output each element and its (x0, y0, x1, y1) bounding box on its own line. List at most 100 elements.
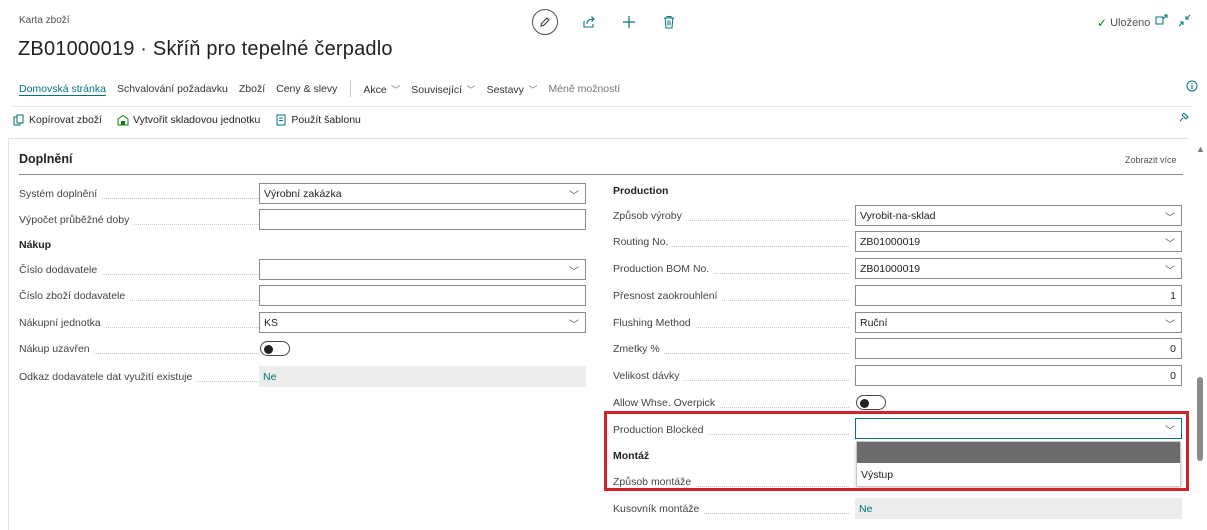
new-button[interactable] (616, 9, 642, 35)
bom-value: ZB01000019 (860, 262, 921, 275)
purch-blocked-toggle[interactable] (260, 341, 290, 356)
copy-item-button[interactable]: Kopírovat zboží (13, 114, 102, 126)
mfg-policy-select[interactable]: Vyrobit-na-sklad ﹀ (855, 205, 1182, 226)
window-controls (1155, 14, 1191, 27)
rounding-input[interactable]: 1 (855, 285, 1182, 306)
flushing-select[interactable]: Ruční ﹀ (855, 312, 1182, 333)
field-row-scrap: Zmetky % (613, 338, 849, 359)
action-toolbar: Kopírovat zboží Vytvořit skladovou jedno… (12, 106, 1192, 130)
purchase-heading: Nákup (19, 239, 52, 251)
info-icon[interactable] (1186, 80, 1198, 92)
scrap-input[interactable]: 0 (855, 338, 1182, 359)
field-row-flushing: Flushing Method (613, 312, 849, 333)
plus-icon (623, 16, 635, 28)
section-title[interactable]: Doplnění (19, 152, 72, 166)
chevron-down-icon: ﹀ (464, 84, 476, 95)
bom-label: Production BOM No. (613, 262, 849, 275)
pencil-icon (540, 17, 550, 27)
vendor-data-label: Odkaz dodavatele dat využití existuje (19, 370, 259, 383)
warehouse-icon (117, 114, 129, 125)
chevron-down-icon: ﹀ (569, 267, 579, 278)
lot-size-value: 0 (1170, 369, 1176, 382)
scrap-label: Zmetky % (613, 342, 849, 355)
open-new-window-icon[interactable] (1155, 14, 1168, 27)
tab-actions[interactable]: Akce ﹀ (363, 83, 400, 96)
chevron-down-icon: ﹀ (388, 84, 401, 95)
bom-select[interactable]: ZB01000019 ﹀ (855, 258, 1182, 279)
show-more-link[interactable]: Zobrazit více (1125, 155, 1177, 165)
highlight-box (604, 411, 1189, 491)
tab-reports-label: Sestavy (486, 83, 524, 96)
delete-button[interactable] (656, 9, 682, 35)
tab-home[interactable]: Domovská stránka (19, 83, 106, 95)
field-row-rounding: Přesnost zaokrouhlení (613, 285, 849, 306)
collapse-icon[interactable] (1178, 14, 1191, 27)
flushing-label: Flushing Method (613, 316, 849, 329)
create-sku-button[interactable]: Vytvořit skladovou jednotku (117, 114, 260, 126)
purch-unit-select[interactable]: KS ﹀ (259, 312, 586, 333)
vendor-item-input[interactable] (259, 285, 586, 306)
routing-select[interactable]: ZB01000019 ﹀ (855, 231, 1182, 252)
field-row-lead-time: Výpočet průběžné doby (19, 209, 259, 230)
chevron-down-icon: ﹀ (1165, 266, 1175, 277)
mfg-policy-label: Způsob výroby (613, 209, 849, 222)
field-row-vendor-item: Číslo zboží dodavatele (19, 285, 259, 306)
lead-time-label: Výpočet průběžné doby (19, 213, 259, 226)
action-tabs: Domovská stránka Schvalování požadavku Z… (19, 81, 631, 97)
lead-time-input[interactable] (259, 209, 586, 230)
share-button[interactable] (576, 9, 602, 35)
edit-button[interactable] (532, 9, 558, 35)
chevron-down-icon: ﹀ (569, 320, 579, 331)
replenishment-label: Systém doplnění (19, 187, 259, 200)
page-title: ZB01000019 · Skříň pro tepelné čerpadlo (18, 38, 393, 60)
tab-reports[interactable]: Sestavy ﹀ (487, 83, 538, 96)
vendor-no-select[interactable]: ﹀ (259, 259, 586, 280)
vertical-scrollbar[interactable]: ▲ (1193, 138, 1207, 530)
fewer-options-link[interactable]: Méně možností (548, 83, 620, 95)
tab-separator (350, 81, 352, 97)
field-row-mfg-policy: Způsob výroby (613, 205, 849, 226)
chevron-down-icon: ﹀ (1165, 320, 1175, 331)
vendor-item-label: Číslo zboží dodavatele (19, 289, 259, 302)
field-row-purch-blocked: Nákup uzavřen (19, 338, 259, 359)
scroll-thumb[interactable] (1197, 377, 1203, 461)
apply-template-label: Použít šablonu (291, 113, 361, 126)
trash-icon (664, 16, 674, 29)
scrap-value: 0 (1170, 342, 1176, 355)
assembly-bom-label: Kusovník montáže (613, 502, 849, 515)
lot-size-input[interactable]: 0 (855, 365, 1182, 386)
tab-approval[interactable]: Schvalování požadavku (117, 83, 228, 95)
assembly-bom-value[interactable]: Ne (855, 498, 1182, 519)
template-icon (276, 114, 286, 125)
chevron-down-icon: ﹀ (569, 191, 579, 202)
tab-prices[interactable]: Ceny & slevy (276, 83, 337, 95)
save-status: ✓ Uloženo (1097, 16, 1150, 30)
scroll-up-icon[interactable]: ▲ (1196, 144, 1205, 154)
create-sku-label: Vytvořit skladovou jednotku (132, 113, 261, 126)
replenishment-select[interactable]: Výrobní zakázka ﹀ (259, 183, 586, 204)
mfg-policy-value: Vyrobit-na-sklad (860, 209, 936, 222)
page-header: Karta zboží ZB01000019 · Skříň pro tepel… (0, 0, 1207, 137)
field-row-vendor-no: Číslo dodavatele (19, 259, 259, 280)
tab-related[interactable]: Související ﹀ (411, 83, 475, 96)
purch-unit-value: KS (264, 316, 279, 329)
share-icon (583, 16, 595, 28)
field-row-routing: Routing No. (613, 231, 849, 252)
copy-item-label: Kopírovat zboží (29, 113, 102, 126)
purch-blocked-label: Nákup uzavřen (19, 342, 259, 355)
overpick-toggle[interactable] (856, 395, 886, 410)
rounding-value: 1 (1170, 289, 1176, 302)
purch-unit-label: Nákupní jednotka (19, 316, 259, 329)
chevron-down-icon: ﹀ (1165, 239, 1175, 250)
routing-label: Routing No. (613, 235, 849, 248)
field-row-purch-unit: Nákupní jednotka (19, 312, 259, 333)
tab-item[interactable]: Zboží (239, 83, 265, 95)
rounding-label: Přesnost zaokrouhlení (613, 289, 849, 302)
overpick-label: Allow Whse. Overpick (613, 396, 849, 409)
header-actions (532, 8, 696, 36)
pin-icon[interactable] (1177, 111, 1190, 124)
tab-related-label: Související (411, 83, 463, 96)
apply-template-button[interactable]: Použít šablonu (275, 113, 361, 126)
chevron-down-icon: ﹀ (525, 84, 538, 95)
vendor-data-value[interactable]: Ne (259, 366, 586, 387)
